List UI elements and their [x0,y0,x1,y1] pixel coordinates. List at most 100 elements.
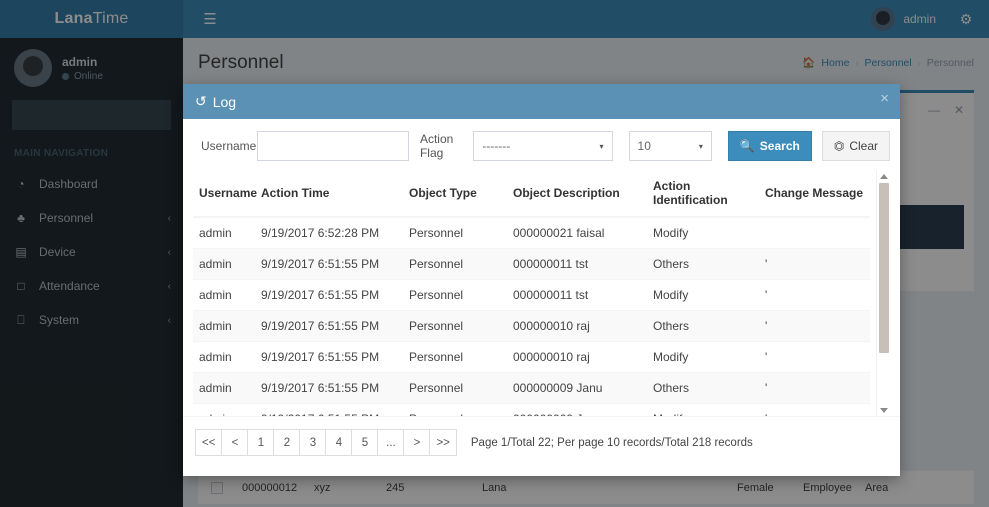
username-label: Username [201,139,257,153]
cell-object-description: 000000009 Janu [507,403,647,416]
cell-object-description: 000000010 raj [507,341,647,373]
table-row[interactable]: admin 9/19/2017 6:51:55 PM Personnel 000… [193,372,870,404]
page-2-button[interactable]: 2 [273,429,301,456]
cell-action-time: 9/19/2017 6:51:55 PM [255,310,403,342]
cell-action-identification: Others [647,372,759,404]
log-table-head: Username Action Time Object Type Object … [193,171,870,218]
modal-footer: << < 1 2 3 4 5 ... > >> Page 1/Total 22;… [183,416,900,468]
chevron-down-icon: ▾ [599,141,604,151]
page-ellipsis: ... [377,429,405,456]
log-header-row: Username Action Time Object Type Object … [193,171,870,218]
table-row[interactable]: admin 9/19/2017 6:51:55 PM Personnel 000… [193,341,870,373]
cell-change-message: ' [759,341,870,373]
modal-body: Username Action Flag ------- ▾ 10 ▾ 🔍 Se… [183,119,900,416]
username-input[interactable] [256,131,409,161]
cell-action-time: 9/19/2017 6:51:55 PM [255,279,403,311]
cell-object-type: Personnel [403,403,507,416]
cell-object-type: Personnel [403,279,507,311]
cell-action-identification: Modify [647,279,759,311]
cell-change-message: ' [759,310,870,342]
clear-button[interactable]: ⏣ Clear [821,131,890,161]
cell-username: admin [193,310,255,342]
cell-username: admin [193,216,255,249]
search-icon: 🔍 [739,139,755,153]
cell-username: admin [193,372,255,404]
cell-action-identification: Modify [647,403,759,416]
page-first-button[interactable]: << [195,429,223,456]
modal-filter-row: Username Action Flag ------- ▾ 10 ▾ 🔍 Se… [193,129,890,163]
scroll-up-arrow-icon[interactable] [880,174,888,179]
eraser-icon: ⏣ [833,139,845,153]
cell-change-message [759,216,870,249]
cell-change-message: ' [759,279,870,311]
scroll-down-arrow-icon[interactable] [880,408,888,413]
modal-header: ↺ Log × [183,84,900,119]
column-username[interactable]: Username [193,171,257,218]
column-action-time[interactable]: Action Time [255,171,403,218]
cell-change-message: ' [759,403,870,416]
table-row[interactable]: admin 9/19/2017 6:51:55 PM Personnel 000… [193,279,870,311]
cell-action-identification: Modify [647,341,759,373]
cell-action-time: 9/19/2017 6:51:55 PM [255,341,403,373]
cell-object-description: 000000011 tst [507,279,647,311]
action-flag-label: Action Flag [419,132,454,160]
page-next-button[interactable]: > [403,429,431,456]
table-row[interactable]: admin 9/19/2017 6:51:55 PM Personnel 000… [193,248,870,280]
search-button-label: Search [759,139,800,153]
pagination-info: Page 1/Total 22; Per page 10 records/Tot… [470,436,753,449]
cell-action-identification: Modify [647,216,759,249]
cell-action-time: 9/19/2017 6:51:55 PM [255,248,403,280]
action-flag-select[interactable]: ------- ▾ [473,131,613,161]
page-5-button[interactable]: 5 [351,429,379,456]
column-object-type[interactable]: Object Type [403,171,507,218]
column-change-message[interactable]: Change Message [759,171,870,218]
cell-action-time: 9/19/2017 6:51:55 PM [255,372,403,404]
cell-object-description: 000000011 tst [507,248,647,280]
cell-username: admin [193,341,255,373]
table-row[interactable]: admin 9/19/2017 6:51:55 PM Personnel 000… [193,403,870,416]
table-vertical-scrollbar[interactable] [876,171,890,416]
cell-username: admin [193,248,255,280]
cell-action-identification: Others [647,248,759,280]
close-icon[interactable]: × [880,91,889,106]
page-prev-button[interactable]: < [221,429,249,456]
table-row[interactable]: admin 9/19/2017 6:52:28 PM Personnel 000… [193,216,870,249]
action-flag-value: ------- [482,139,511,153]
modal-title: Log [212,93,237,110]
page-size-value: 10 [637,139,651,153]
log-modal: ↺ Log × Username Action Flag ------- ▾ 1… [183,84,900,476]
scrollbar-thumb[interactable] [879,183,889,353]
search-button[interactable]: 🔍 Search [727,131,812,161]
cell-object-type: Personnel [403,216,507,249]
chevron-down-icon: ▾ [698,141,703,151]
cell-username: admin [193,279,255,311]
cell-action-time: 9/19/2017 6:52:28 PM [255,216,403,249]
pagination: << < 1 2 3 4 5 ... > >> [195,429,457,456]
cell-object-type: Personnel [403,341,507,373]
clear-button-label: Clear [849,139,878,153]
history-icon: ↺ [195,93,207,109]
cell-action-identification: Others [647,310,759,342]
log-table-body: admin 9/19/2017 6:52:28 PM Personnel 000… [193,216,870,416]
page-1-button[interactable]: 1 [247,429,275,456]
log-table-wrapper: Username Action Time Object Type Object … [193,171,890,416]
cell-object-type: Personnel [403,310,507,342]
cell-object-description: 000000021 faisal [507,216,647,249]
table-row[interactable]: admin 9/19/2017 6:51:55 PM Personnel 000… [193,310,870,342]
cell-change-message: ' [759,248,870,280]
column-action-identification[interactable]: Action Identification [647,171,759,218]
cell-object-type: Personnel [403,372,507,404]
cell-action-time: 9/19/2017 6:51:55 PM [255,403,403,416]
cell-username: admin [193,403,255,416]
cell-object-type: Personnel [403,248,507,280]
page-last-button[interactable]: >> [429,429,457,456]
cell-object-description: 000000010 raj [507,310,647,342]
app-root: Lana Time ☰ admin ⚙ admin Online MAIN NA… [0,0,989,507]
page-4-button[interactable]: 4 [325,429,353,456]
cell-object-description: 000000009 Janu [507,372,647,404]
cell-change-message: ' [759,372,870,404]
page-size-select[interactable]: 10 ▾ [628,131,712,161]
page-3-button[interactable]: 3 [299,429,327,456]
column-object-description[interactable]: Object Description [507,171,647,218]
log-table: Username Action Time Object Type Object … [193,171,870,416]
